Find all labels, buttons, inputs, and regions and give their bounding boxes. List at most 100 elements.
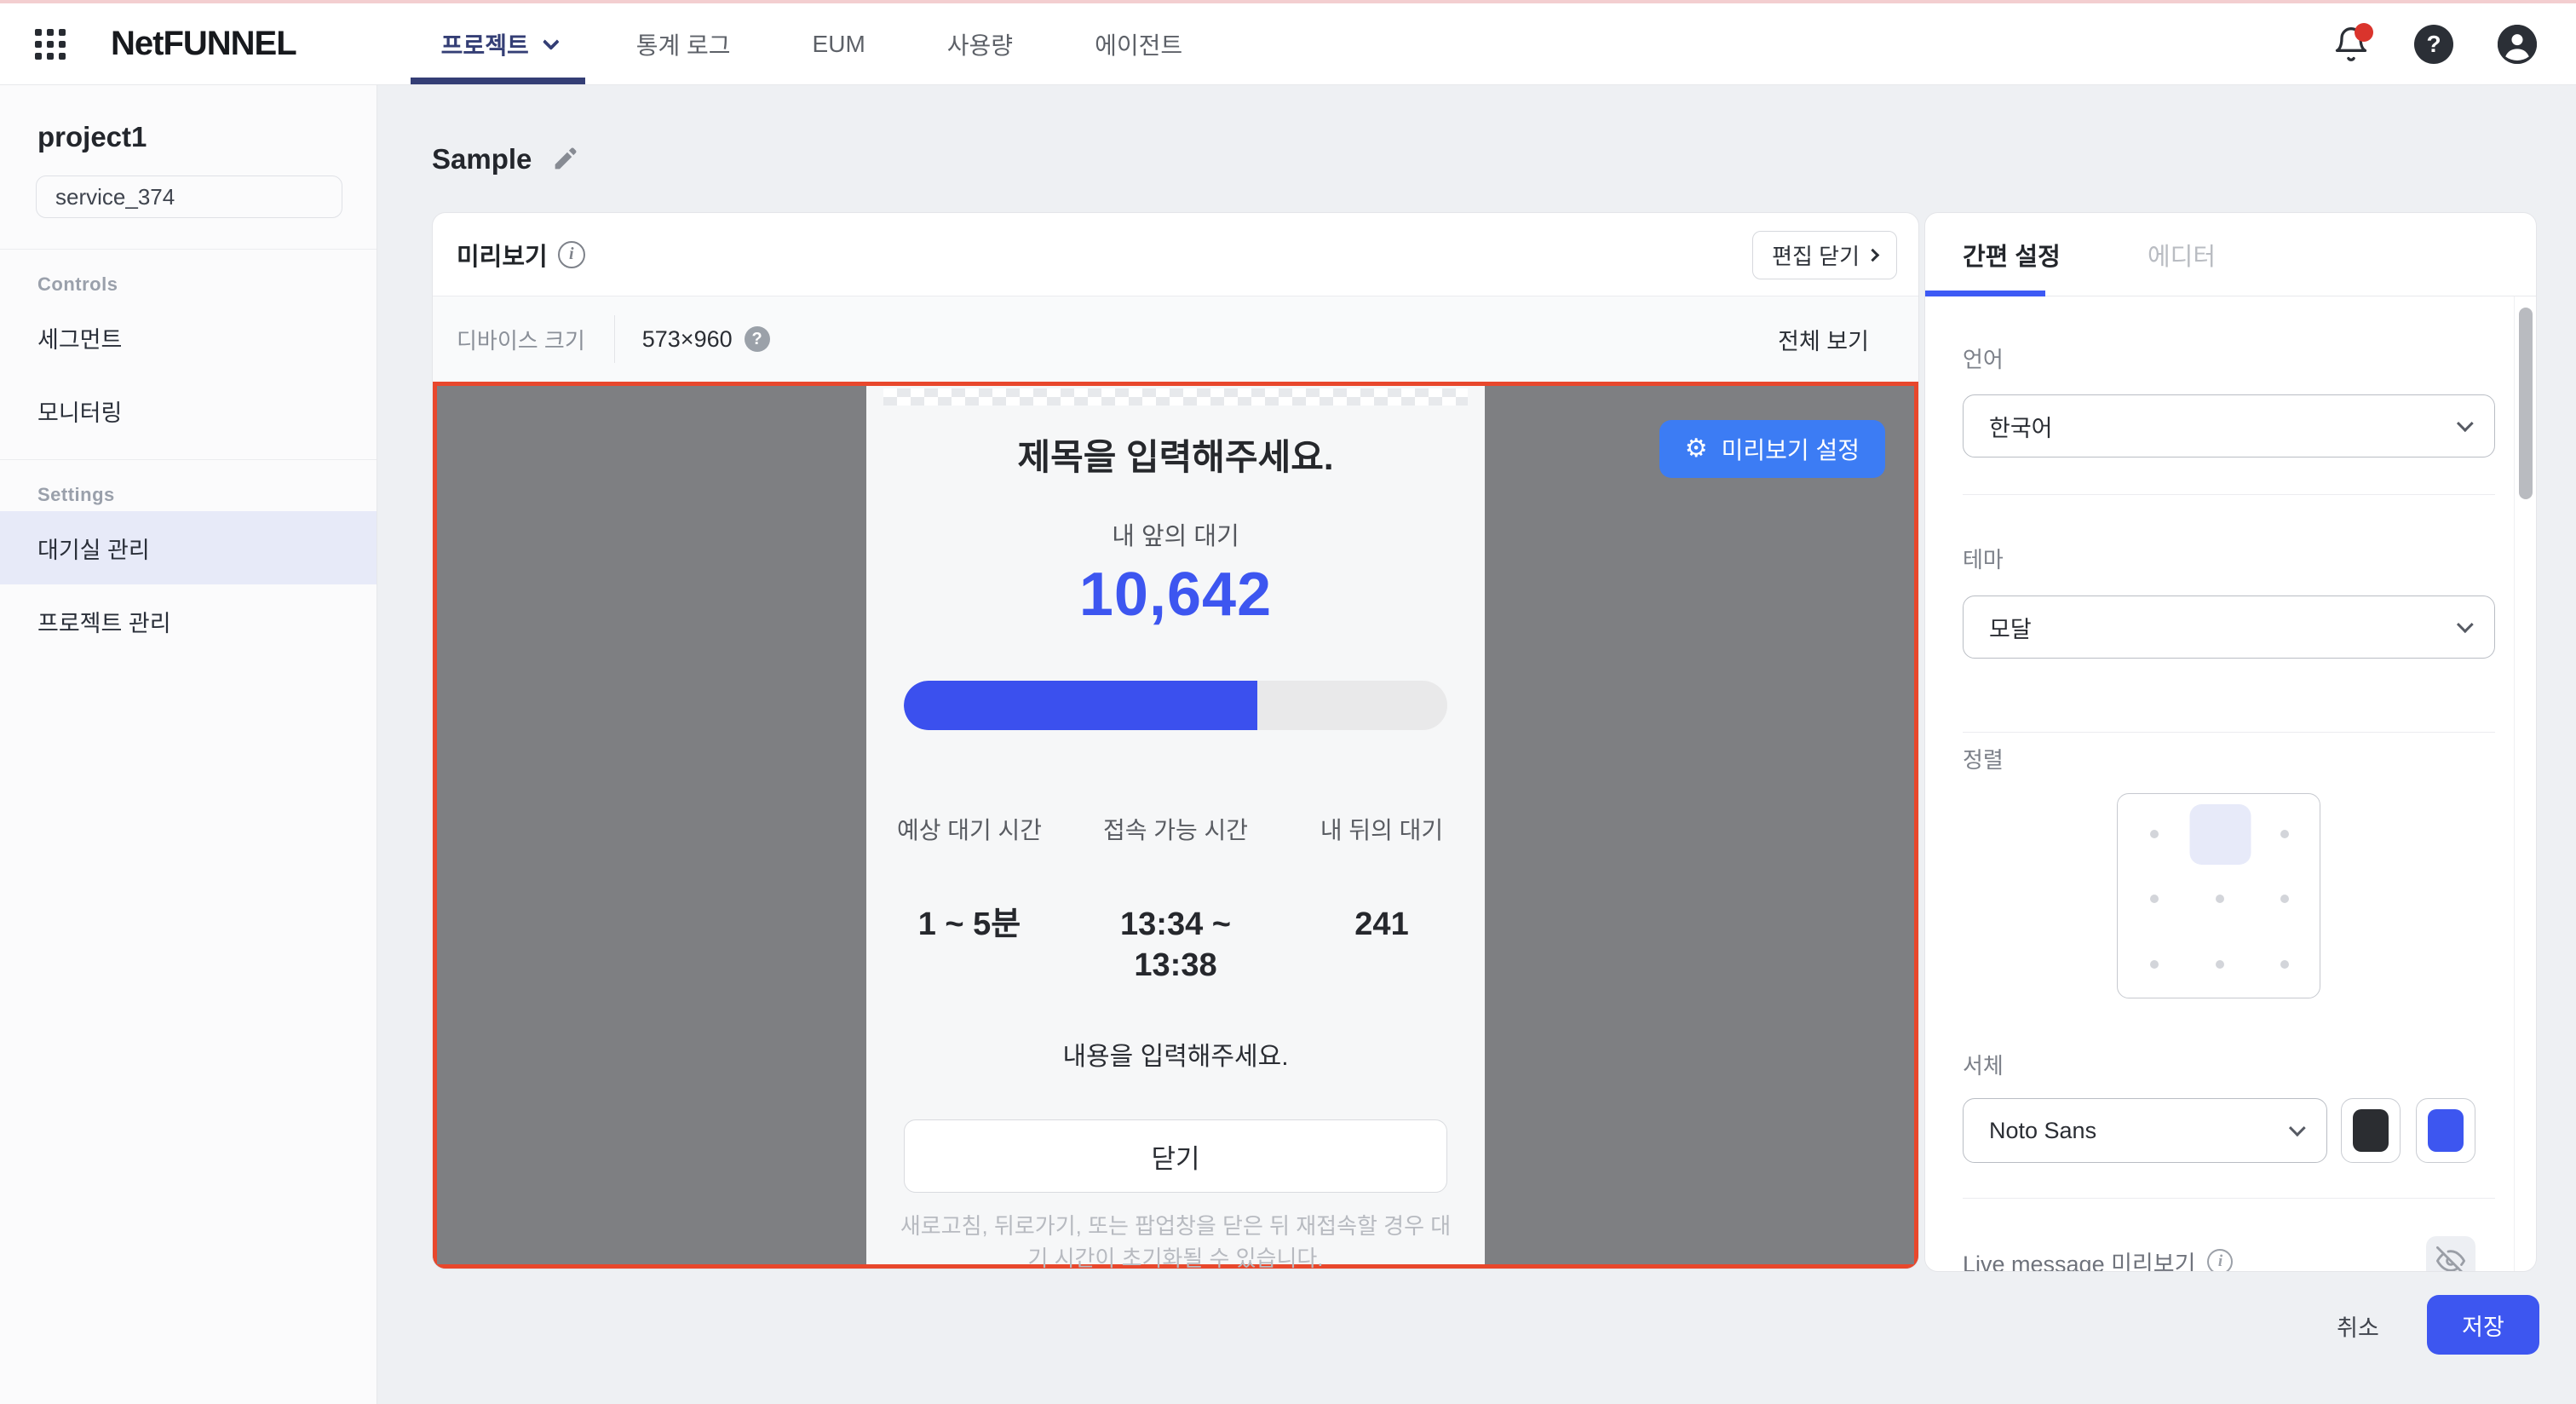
stat-value: 1 ~ 5분 xyxy=(891,904,1049,945)
cancel-button[interactable]: 취소 xyxy=(2307,1296,2409,1355)
netfunnel-app: NetFUNNEL 프로젝트 통계 로그 EUM 사용량 에이전트 xyxy=(0,0,2576,1404)
edit-close-button[interactable]: 편집 닫기 xyxy=(1752,231,1897,279)
queue-ahead-value: 10,642 xyxy=(866,559,1485,630)
chevron-down-icon xyxy=(543,33,560,50)
nav-item-label: 프로젝트 xyxy=(441,27,529,61)
waiting-modal-close-button[interactable]: 닫기 xyxy=(904,1119,1447,1193)
stat-value: 241 xyxy=(1303,904,1461,945)
app-launcher-icon[interactable] xyxy=(32,26,68,62)
scrollbar-thumb[interactable] xyxy=(2519,308,2533,499)
nav-item-label: 사용량 xyxy=(947,27,1013,61)
notification-badge xyxy=(2355,23,2373,42)
sidebar-item-label: 세그먼트 xyxy=(37,321,122,354)
stat-queue-behind: 내 뒤의 대기 241 xyxy=(1279,812,1485,986)
align-dot-bottom-center[interactable] xyxy=(2216,960,2224,969)
font-color-swatch-blue[interactable] xyxy=(2416,1098,2475,1163)
sidebar-item-label: 모니터링 xyxy=(37,394,122,428)
font-label: 서체 xyxy=(1963,1049,2004,1080)
nav-item-stat-logs[interactable]: 통계 로그 xyxy=(636,3,731,84)
nav-item-projects[interactable]: 프로젝트 xyxy=(441,3,555,84)
service-select-value: service_374 xyxy=(55,184,175,210)
align-dot-top-left[interactable] xyxy=(2150,830,2159,838)
sidebar-item-segment[interactable]: 세그먼트 xyxy=(0,301,377,374)
divider xyxy=(0,249,377,250)
tab-label: 에디터 xyxy=(2148,237,2216,273)
stat-value: 13:34 ~ 13:38 xyxy=(1097,904,1255,986)
sidebar-item-label: 프로젝트 관리 xyxy=(37,605,171,638)
waiting-modal-body: 내용을 입력해주세요. xyxy=(866,1035,1485,1073)
edit-close-label: 편집 닫기 xyxy=(1772,239,1860,271)
device-size-label: 디바이스 크기 xyxy=(457,324,585,355)
section-label-controls: Controls xyxy=(37,273,377,296)
align-dot-top-center[interactable] xyxy=(2213,827,2228,842)
sidebar-item-label: 대기실 관리 xyxy=(37,532,150,565)
sidebar-item-waiting-room[interactable]: 대기실 관리 xyxy=(0,511,377,584)
divider xyxy=(1963,732,2495,733)
language-select[interactable]: 한국어 xyxy=(1963,394,2495,457)
service-select[interactable]: service_374 xyxy=(36,176,342,218)
language-select-value: 한국어 xyxy=(1989,410,2053,443)
swatch-color xyxy=(2353,1109,2389,1152)
info-icon[interactable]: i xyxy=(558,241,585,268)
view-all-button[interactable]: 전체 보기 xyxy=(1778,323,1869,356)
device-size-value: 573×960 xyxy=(642,326,733,353)
top-navigation: 프로젝트 통계 로그 EUM 사용량 에이전트 xyxy=(441,3,1182,84)
page-title: Sample xyxy=(432,143,532,176)
nav-item-usage[interactable]: 사용량 xyxy=(947,3,1013,84)
align-dot-middle-left[interactable] xyxy=(2150,895,2159,903)
theme-select[interactable]: 모달 xyxy=(1963,596,2495,659)
align-dot-bottom-left[interactable] xyxy=(2150,960,2159,969)
waiting-modal-title: 제목을 입력해주세요. xyxy=(866,429,1485,480)
help-icon[interactable]: ? xyxy=(2414,25,2453,64)
sidebar: project1 service_374 Controls 세그먼트 모니터링 … xyxy=(0,85,377,1404)
gear-icon: ⚙ xyxy=(1685,436,1708,462)
theme-select-value: 모달 xyxy=(1989,611,2032,644)
font-color-swatch-dark[interactable] xyxy=(2341,1098,2401,1163)
edit-pencil-icon[interactable] xyxy=(550,145,579,174)
stat-label: 내 뒤의 대기 xyxy=(1279,812,1485,848)
placeholder-dash-strip xyxy=(883,388,1468,406)
brand-logo[interactable]: NetFUNNEL xyxy=(111,25,296,63)
tab-editor[interactable]: 에디터 xyxy=(2148,213,2216,296)
page-title-row: Sample xyxy=(432,143,579,176)
nav-item-label: 통계 로그 xyxy=(636,27,731,61)
preview-settings-label: 미리보기 설정 xyxy=(1722,432,1860,466)
live-message-row: Live message 미리보기 i xyxy=(1963,1236,2495,1272)
queue-stats: 예상 대기 시간 1 ~ 5분 접속 가능 시간 13:34 ~ 13:38 내… xyxy=(866,812,1485,986)
account-icon[interactable] xyxy=(2498,25,2537,64)
eye-off-icon[interactable] xyxy=(2426,1236,2475,1272)
settings-panel: 간편 설정 에디터 언어 한국어 테마 모달 정렬 xyxy=(1924,212,2537,1272)
scrollbar-track xyxy=(2514,296,2515,1271)
preview-settings-button[interactable]: ⚙ 미리보기 설정 xyxy=(1659,420,1885,478)
waiting-room-modal: 제목을 입력해주세요. 내 앞의 대기 10,642 예상 대기 시간 1 ~ … xyxy=(866,386,1485,1264)
save-button[interactable]: 저장 xyxy=(2427,1295,2539,1355)
nav-item-agent[interactable]: 에이전트 xyxy=(1095,3,1182,84)
stat-label: 예상 대기 시간 xyxy=(866,812,1072,848)
align-dot-middle-right[interactable] xyxy=(2280,895,2289,903)
info-icon[interactable]: i xyxy=(2207,1249,2233,1272)
notification-bell-icon[interactable] xyxy=(2332,25,2370,64)
nav-item-eum[interactable]: EUM xyxy=(813,3,865,84)
topbar-actions: ? xyxy=(2332,25,2537,64)
sidebar-item-monitoring[interactable]: 모니터링 xyxy=(0,374,377,447)
project-name: project1 xyxy=(37,121,377,153)
language-label: 언어 xyxy=(1963,342,2004,374)
device-size-row: 디바이스 크기 573×960 ? 전체 보기 xyxy=(433,296,1918,382)
align-dot-bottom-right[interactable] xyxy=(2280,960,2289,969)
chevron-down-icon xyxy=(2289,1119,2306,1136)
chevron-down-icon xyxy=(2457,616,2474,633)
preview-title: 미리보기 xyxy=(457,237,548,273)
swatch-color xyxy=(2428,1109,2464,1152)
font-select-value: Noto Sans xyxy=(1989,1118,2096,1144)
sidebar-item-project-management[interactable]: 프로젝트 관리 xyxy=(0,584,377,658)
font-select[interactable]: Noto Sans xyxy=(1963,1098,2327,1163)
preview-stage: 제목을 입력해주세요. 내 앞의 대기 10,642 예상 대기 시간 1 ~ … xyxy=(433,382,1918,1269)
tab-quick-settings[interactable]: 간편 설정 xyxy=(1925,213,2095,296)
waiting-modal-footnote: 새로고침, 뒤로가기, 또는 팝업창을 닫은 뒤 재접속할 경우 대기 시간이 … xyxy=(890,1210,1461,1269)
align-dot-middle-center[interactable] xyxy=(2216,895,2224,903)
divider xyxy=(614,315,615,363)
question-icon[interactable]: ? xyxy=(745,326,770,352)
align-dot-top-right[interactable] xyxy=(2280,830,2289,838)
align-selector xyxy=(2117,793,2320,998)
divider xyxy=(0,459,377,460)
